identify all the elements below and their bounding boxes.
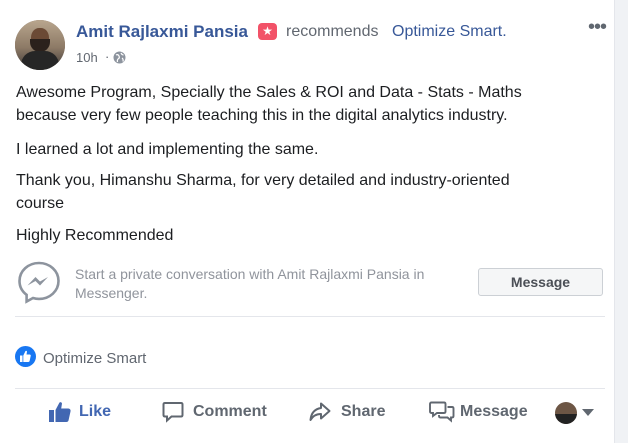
share-label: Share [341,403,386,420]
post-card: Amit Rajlaxmi Pansia ★ recommends Optimi… [0,0,615,443]
time-separator: · [105,49,110,64]
share-icon [309,402,331,421]
action-bar-divider [15,388,605,389]
author-name[interactable]: Amit Rajlaxmi Pansia [76,22,248,42]
comment-button[interactable]: Comment [162,394,272,430]
post-text-line: because very few people teaching this in… [16,107,508,124]
messenger-prompt-text: Start a private conversation with Amit R… [75,265,424,303]
comment-icon [162,402,184,423]
message-button[interactable]: Message [478,268,603,296]
post-text-line: Thank you, Himanshu Sharma, for very det… [16,172,510,189]
post-text-line: Highly Recommended [16,227,174,244]
like-icon [15,346,36,367]
author-avatar[interactable] [15,20,65,70]
avatar-shirt [21,51,59,70]
post-text-line: course [16,195,65,212]
viewer-avatar[interactable] [555,402,577,424]
page-name-link[interactable]: Optimize Smart. [392,23,507,41]
comment-label: Comment [193,403,267,420]
like-label: Like [79,403,112,420]
post-text-line: I learned a lot and implementing the sam… [16,141,319,158]
star-icon: ★ [258,23,277,40]
messenger-icon [18,261,60,304]
message-action-button[interactable]: Message [429,394,534,430]
post-timestamp[interactable]: 10h [76,50,98,65]
messenger-prompt-line: Start a private conversation with Amit R… [75,266,425,282]
globe-icon[interactable] [113,51,126,64]
thumbs-up-glyph [20,350,31,362]
more-options-icon[interactable]: ••• [588,16,607,39]
like-button[interactable]: Like [48,394,118,430]
reaction-names: Optimize Smart [43,350,147,367]
feed-background-edge [614,0,628,443]
chevron-down-icon[interactable] [582,409,594,416]
recommends-text: recommends [286,23,379,40]
messenger-prompt-line: Messenger. [75,285,148,301]
message-action-label: Message [460,403,528,420]
post-text-line: Awesome Program, Specially the Sales & R… [16,84,522,101]
message-icon [429,401,455,423]
share-button[interactable]: Share [309,394,389,430]
viewer-avatar-shirt [555,414,577,424]
messenger-prompt: Start a private conversation with Amit R… [15,258,605,317]
thumbs-up-icon [49,402,71,422]
